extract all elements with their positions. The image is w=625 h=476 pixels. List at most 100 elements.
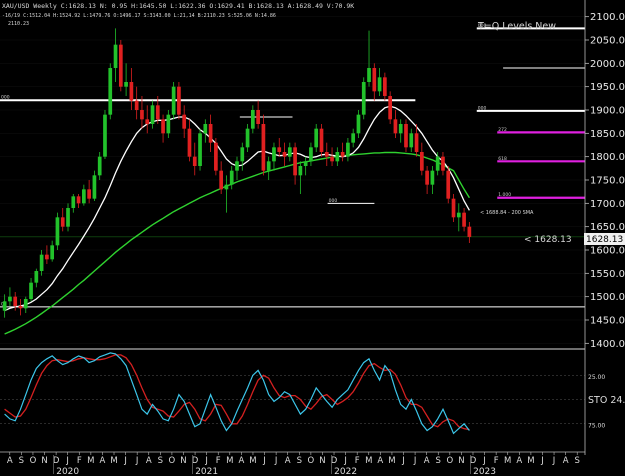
month-label: J [343,456,347,466]
header-line-2: -16/19 C:1512.04 H:1524.92 L:1479.76 O:1… [2,13,276,19]
candle-body [76,196,81,204]
price-tick-label: 2000.00 [590,59,625,70]
candle-body [372,68,377,92]
price-tick-label: 1850.00 [590,129,625,140]
candle-body [272,147,276,162]
candle-body [118,44,123,87]
price-tick-label: 1650.00 [590,222,625,233]
candle-body [404,124,408,148]
month-label: F [77,456,82,466]
candle-body [71,196,76,208]
candle-body [451,198,456,218]
candle-body [29,282,33,299]
candle-body [388,96,392,120]
candle-body [129,82,134,101]
candle-body [356,114,361,134]
month-label: N [180,456,186,466]
month-label: A [516,456,522,466]
month-label: F [216,456,221,466]
candle-body [393,119,398,134]
candle-body [82,189,86,204]
candle-body [419,152,424,171]
level-label: 618 [498,156,507,162]
candle-body [150,105,155,124]
candle-body [224,184,229,190]
level-label: 1.000 [498,192,511,198]
candle-body [177,86,181,115]
candle-body [50,245,55,260]
month-label: N [458,456,464,466]
month-label: O [308,456,315,466]
month-label: M [87,456,94,466]
candle-body [2,301,7,311]
month-label: N [41,456,47,466]
month-label: M [388,456,395,466]
level-label: 000 [478,105,487,111]
month-label: J [65,456,69,466]
candle-body [367,68,371,82]
candle-body [240,147,245,162]
price-tick-label: 2100.00 [590,12,625,23]
year-label: 2023 [473,467,496,476]
month-label: A [563,456,569,466]
candle-body [23,299,28,309]
candle-body [430,170,435,185]
candle-body [441,156,445,171]
candle-body [39,254,44,271]
month-label: O [169,456,176,466]
level-label: 000 [329,198,338,204]
month-label: M [365,456,372,466]
month-label: N [319,456,325,466]
candle-body [192,156,197,166]
price-chart[interactable]: 00000000001.000272618000 25.00STO 24.75.… [0,0,625,476]
month-label: J [204,456,208,466]
candle-body [87,189,91,199]
price-tick-label: 1750.00 [590,176,625,187]
month-label: O [30,456,37,466]
price-tick-label: 1700.00 [590,199,625,210]
candle-body [219,170,224,190]
candle-body [314,128,319,148]
candle-body [250,110,255,129]
candle-body [235,161,239,171]
year-label: 2020 [56,467,79,476]
month-label: S [436,456,441,466]
candle-body [55,217,60,246]
candle-body [66,208,70,227]
candle-body [161,119,165,134]
price-tick-label: 1550.00 [590,269,625,280]
month-label: J [401,456,405,466]
month-label: F [494,456,499,466]
sto-tick-label: STO 24. [588,395,625,406]
candle-body [18,306,23,309]
level-label: 272 [498,127,507,133]
candle-body [187,128,192,157]
month-label: M [226,456,233,466]
candle-body [166,114,171,134]
month-label: J [262,456,266,466]
candle-body [256,110,260,124]
level-label: 000 [1,95,10,101]
month-label: J [274,456,278,466]
month-label: M [527,456,534,466]
candle-body [97,156,102,176]
header-line-3: 2110.23 [8,21,29,27]
candle-body [462,212,466,227]
candle-body [13,296,18,306]
candle-body [456,212,461,218]
candle-body [229,170,234,185]
price-tick-label: 1400.00 [590,339,625,350]
price-tick-label: 1450.00 [590,316,625,327]
month-label: S [158,456,163,466]
year-label: 2021 [195,467,218,476]
year-label: 2022 [334,467,357,476]
month-label: J [552,456,556,466]
candle-body [398,124,403,134]
month-label: O [446,456,453,466]
candle-body [414,133,419,152]
month-label: M [110,456,117,466]
sto-tick-label: 75.00 [588,422,605,429]
candle-body [319,128,324,152]
month-label: M [249,456,256,466]
candle-body [208,124,213,143]
